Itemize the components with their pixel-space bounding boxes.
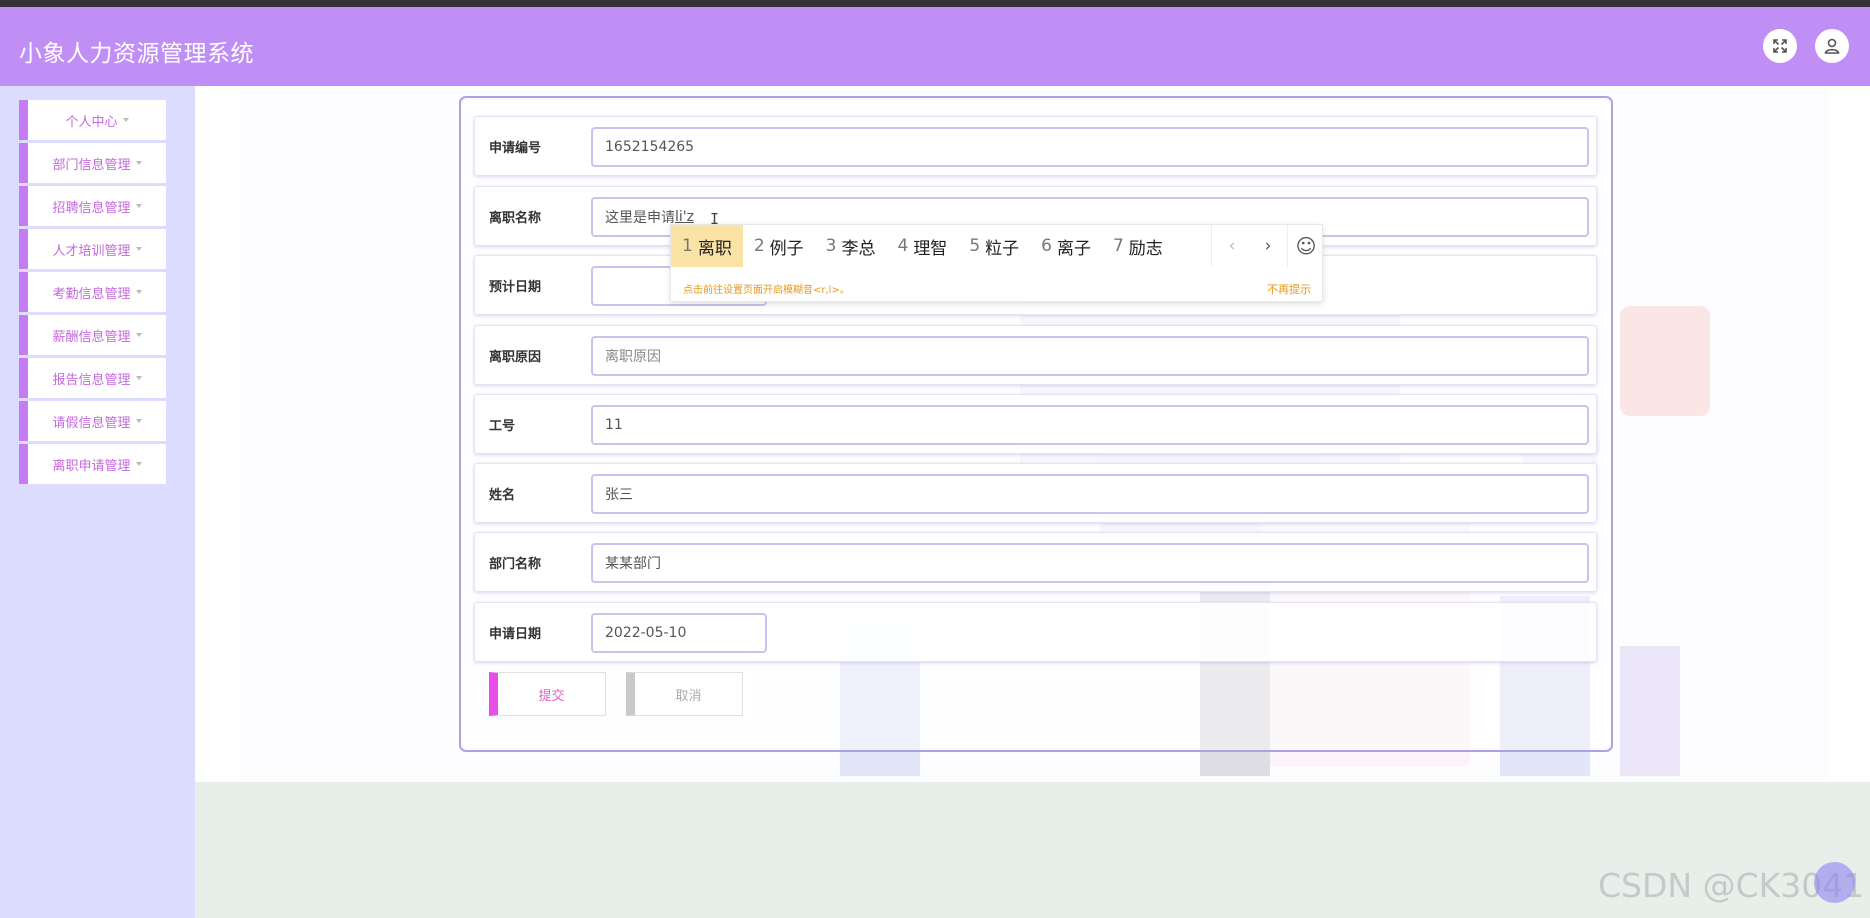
reason-input[interactable]: 离职原因: [591, 336, 1589, 376]
app-header: 小象人力资源管理系统: [0, 7, 1870, 86]
form-row-department: 部门名称 某某部门: [474, 532, 1597, 592]
emoji-icon[interactable]: ☺: [1288, 225, 1324, 267]
sidebar-item-label: 报告信息管理: [52, 372, 131, 388]
ime-candidate[interactable]: 2 例子: [743, 225, 815, 267]
ime-candidate[interactable]: 3 李总: [815, 225, 887, 267]
fullscreen-icon: [1773, 39, 1787, 53]
name-input[interactable]: 张三: [591, 474, 1589, 514]
ime-prev-page-icon[interactable]: ‹: [1214, 225, 1250, 267]
sidebar-item-salary[interactable]: 薪酬信息管理: [19, 315, 166, 355]
app-title: 小象人力资源管理系统: [19, 41, 254, 67]
sidebar-item-label: 招聘信息管理: [52, 200, 131, 216]
candidate-number: 5: [969, 236, 981, 256]
input-value: 2022-05-10: [605, 625, 687, 641]
field-label: 姓名: [489, 488, 516, 503]
ime-hint-link[interactable]: 点击前往设置页面开启模糊音<r,l>。: [683, 281, 850, 296]
employee-no-input[interactable]: 11: [591, 405, 1589, 445]
candidate-text: 例子: [769, 238, 804, 259]
ime-candidate[interactable]: 7 励志: [1102, 225, 1174, 267]
sidebar-item-label: 离职申请管理: [52, 458, 131, 474]
sidebar-item-recruitment[interactable]: 招聘信息管理: [19, 186, 166, 226]
caret-down-icon: [135, 419, 142, 423]
input-value: 这里是申请: [605, 210, 675, 226]
cancel-button[interactable]: 取消: [626, 672, 743, 716]
ime-candidate[interactable]: 4 理智: [886, 225, 958, 267]
application-no-input[interactable]: 1652154265: [591, 127, 1589, 167]
ime-next-page-icon[interactable]: ›: [1250, 225, 1286, 267]
ime-candidate[interactable]: 5 粒子: [958, 225, 1030, 267]
sidebar-item-department[interactable]: 部门信息管理: [19, 143, 166, 183]
candidate-text: 励志: [1128, 238, 1163, 259]
caret-down-icon: [135, 204, 142, 208]
form-row-reason: 离职原因 离职原因: [474, 325, 1597, 385]
candidate-number: 1: [682, 236, 693, 256]
candidate-number: 6: [1041, 236, 1052, 256]
field-label: 离职原因: [489, 350, 542, 365]
department-input[interactable]: 某某部门: [591, 543, 1589, 583]
caret-down-icon: [135, 333, 142, 337]
candidate-text: 离子: [1056, 238, 1091, 259]
sidebar-item-label: 部门信息管理: [52, 157, 131, 173]
sidebar-item-personal-center[interactable]: 个人中心: [19, 100, 166, 140]
user-icon: [1824, 38, 1840, 54]
ime-composition-text: li'z: [675, 209, 694, 225]
ime-dismiss-link[interactable]: 不再提示: [1267, 281, 1311, 297]
candidate-text: 粒子: [985, 238, 1020, 259]
floating-action-button[interactable]: [1814, 862, 1855, 903]
input-value: 某某部门: [605, 556, 661, 572]
caret-down-icon: [135, 290, 142, 294]
caret-down-icon: [135, 376, 142, 380]
ime-divider: [1211, 225, 1212, 267]
user-button[interactable]: [1815, 29, 1849, 63]
caret-down-icon: [135, 462, 142, 466]
field-label: 工号: [489, 419, 516, 434]
sidebar-item-label: 请假信息管理: [52, 415, 131, 431]
field-label: 离职名称: [489, 211, 542, 226]
candidate-number: 4: [897, 236, 909, 256]
candidate-number: 2: [753, 236, 765, 256]
caret-down-icon: [122, 118, 129, 122]
application-date-input[interactable]: 2022-05-10: [591, 613, 767, 653]
sidebar-item-resignation[interactable]: 离职申请管理: [19, 444, 166, 484]
sidebar-item-label: 薪酬信息管理: [52, 329, 131, 345]
sidebar-item-label: 人才培训管理: [52, 243, 131, 259]
input-value: 1652154265: [605, 139, 695, 155]
candidate-number: 7: [1112, 236, 1124, 256]
candidate-text: 李总: [841, 238, 876, 259]
field-label: 申请编号: [489, 141, 542, 156]
form-row-application-no: 申请编号 1652154265: [474, 116, 1597, 176]
caret-down-icon: [135, 247, 142, 251]
field-label: 申请日期: [489, 627, 542, 642]
candidate-text: 离职: [697, 238, 732, 259]
window-top-bar: [0, 0, 1870, 7]
sidebar-item-label: 考勤信息管理: [52, 286, 131, 302]
caret-down-icon: [135, 161, 142, 165]
ime-candidate-popup: 1 离职 2 例子 3 李总 4 理智 5 粒子 6 离子 7 励志 ‹ › ☺ 点击前往设置…: [670, 224, 1323, 302]
sidebar-item-attendance[interactable]: 考勤信息管理: [19, 272, 166, 312]
sidebar-item-report[interactable]: 报告信息管理: [19, 358, 166, 398]
fullscreen-button[interactable]: [1763, 29, 1797, 63]
sidebar-item-training[interactable]: 人才培训管理: [19, 229, 166, 269]
input-value: 11: [605, 417, 623, 433]
candidate-text: 理智: [913, 238, 948, 259]
sidebar-item-label: 个人中心: [65, 114, 118, 130]
input-placeholder: 离职原因: [605, 349, 661, 365]
ime-candidate[interactable]: 6 离子: [1030, 225, 1102, 267]
ime-candidate[interactable]: 1 离职: [671, 225, 743, 267]
form-row-name: 姓名 张三: [474, 463, 1597, 523]
sidebar-item-leave[interactable]: 请假信息管理: [19, 401, 166, 441]
sidebar-menu: 个人中心 部门信息管理 招聘信息管理 人才培训管理 考勤信息管理 薪酬信息管理 …: [19, 100, 166, 487]
field-label: 预计日期: [489, 280, 542, 295]
candidate-number: 3: [825, 236, 837, 256]
field-label: 部门名称: [489, 557, 542, 572]
form-row-application-date: 申请日期 2022-05-10: [474, 602, 1597, 662]
input-value: 张三: [605, 487, 633, 503]
form-row-employee-no: 工号 11: [474, 394, 1597, 454]
submit-button[interactable]: 提交: [489, 672, 606, 716]
